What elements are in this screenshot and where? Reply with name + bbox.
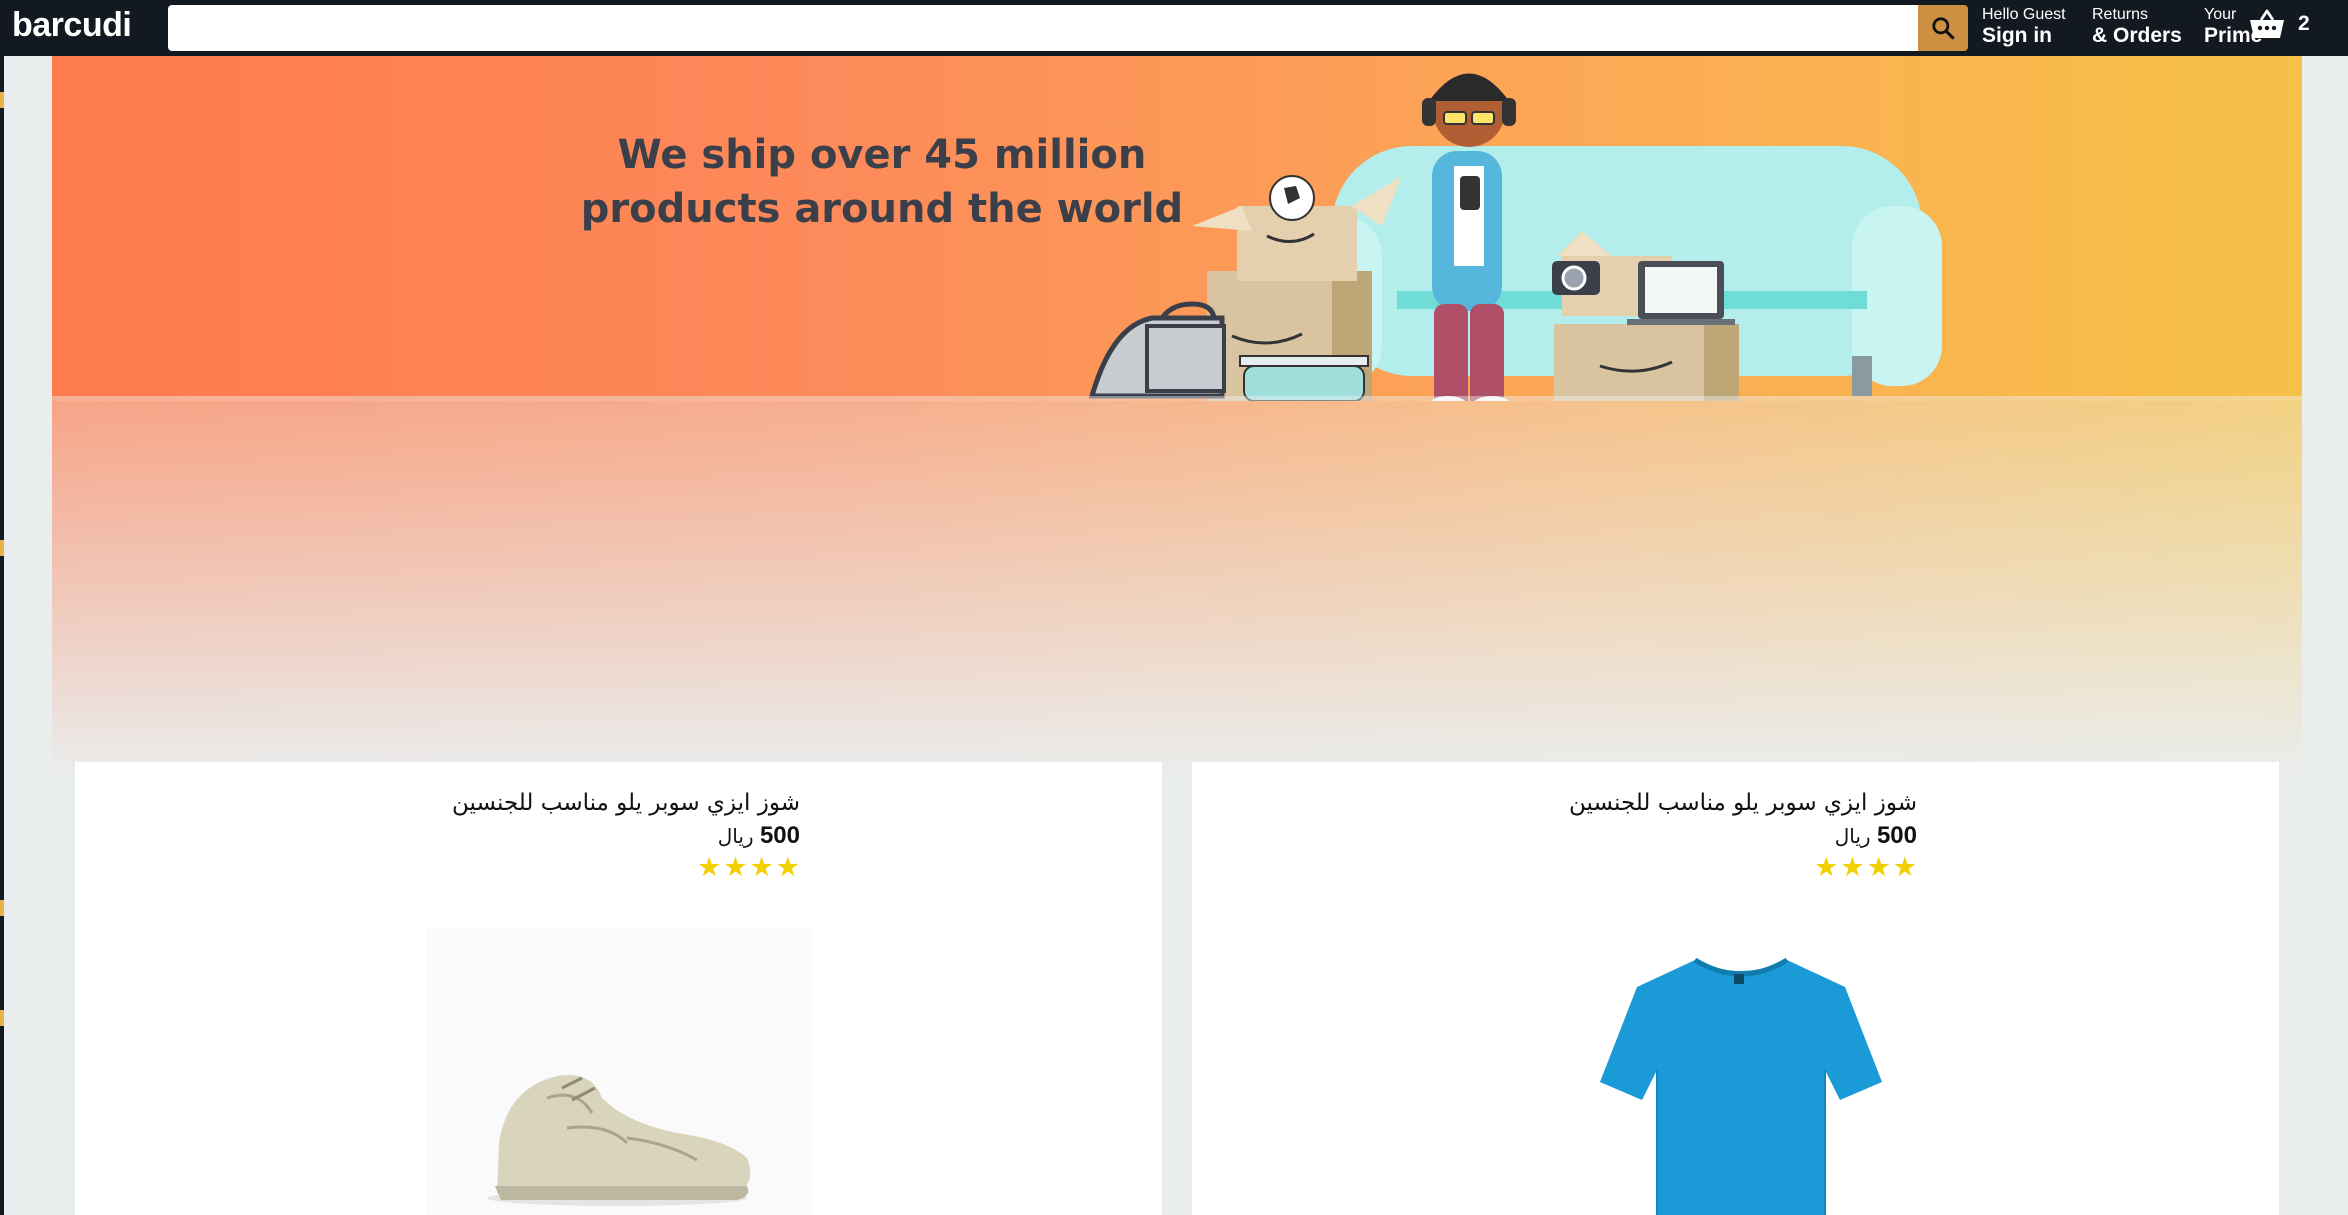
search-icon	[1932, 17, 1955, 40]
top-nav-bar: barcudi Hello Guest Sign in Returns & Or…	[4, 0, 2348, 56]
star-icon: ★	[697, 852, 722, 882]
price-currency: ريال	[717, 824, 754, 848]
left-edge-marker	[0, 92, 4, 108]
hero-banner[interactable]: We ship over 45 million products around …	[52, 56, 2302, 873]
account-sign-in[interactable]: Hello Guest Sign in	[1982, 6, 2066, 48]
search-button[interactable]	[1918, 5, 1968, 51]
product-title[interactable]: شوز ايزي سوبر يلو مناسب للجنسين	[300, 790, 800, 816]
product-title[interactable]: شوز ايزي سوبر يلو مناسب للجنسين	[1417, 790, 1917, 816]
search-input[interactable]	[168, 5, 1922, 51]
price-amount: 500	[759, 822, 800, 849]
left-edge-strip	[0, 0, 4, 1215]
left-edge-marker	[0, 1010, 4, 1026]
star-icon: ★	[749, 852, 774, 882]
hero-headline-line1: We ship over 45 million	[617, 132, 1147, 178]
rating-stars: ★ ★ ★ ★	[1417, 854, 1917, 881]
product-image-sneaker[interactable]	[427, 928, 812, 1215]
rating-stars: ★ ★ ★ ★	[300, 854, 800, 881]
orders-label: & Orders	[2092, 24, 2182, 47]
cart-button[interactable]: 2	[2248, 8, 2310, 40]
sign-in-link: Sign in	[1982, 24, 2052, 47]
product-price: 500 ريال	[1417, 822, 1917, 850]
price-amount: 500	[1876, 822, 1917, 849]
star-icon: ★	[1866, 852, 1891, 882]
returns-orders-link[interactable]: Returns & Orders	[2092, 6, 2182, 48]
star-icon: ★	[1892, 852, 1917, 882]
returns-label: Returns	[2092, 6, 2149, 23]
hero-headline: We ship over 45 million products around …	[512, 128, 1252, 236]
hero-headline-line2: products around the world	[580, 186, 1184, 232]
cart-count: 2	[2298, 12, 2310, 35]
star-icon: ★	[1840, 852, 1865, 882]
product-card[interactable]: شوز ايزي سوبر يلو مناسب للجنسين 500 ريال…	[1192, 762, 2279, 1215]
basket-icon	[2250, 9, 2284, 38]
star-icon: ★	[1814, 852, 1839, 882]
left-edge-marker	[0, 900, 4, 916]
account-greeting: Hello Guest	[1982, 6, 2066, 23]
site-logo[interactable]: barcudi	[12, 6, 132, 45]
price-currency: ريال	[1834, 824, 1871, 848]
left-edge-marker	[0, 540, 4, 556]
product-image-tshirt[interactable]	[1600, 952, 1882, 1215]
product-card[interactable]: شوز ايزي سوبر يلو مناسب للجنسين 500 ريال…	[75, 762, 1162, 1215]
star-icon: ★	[723, 852, 748, 882]
star-icon: ★	[775, 852, 800, 882]
product-price: 500 ريال	[300, 822, 800, 850]
